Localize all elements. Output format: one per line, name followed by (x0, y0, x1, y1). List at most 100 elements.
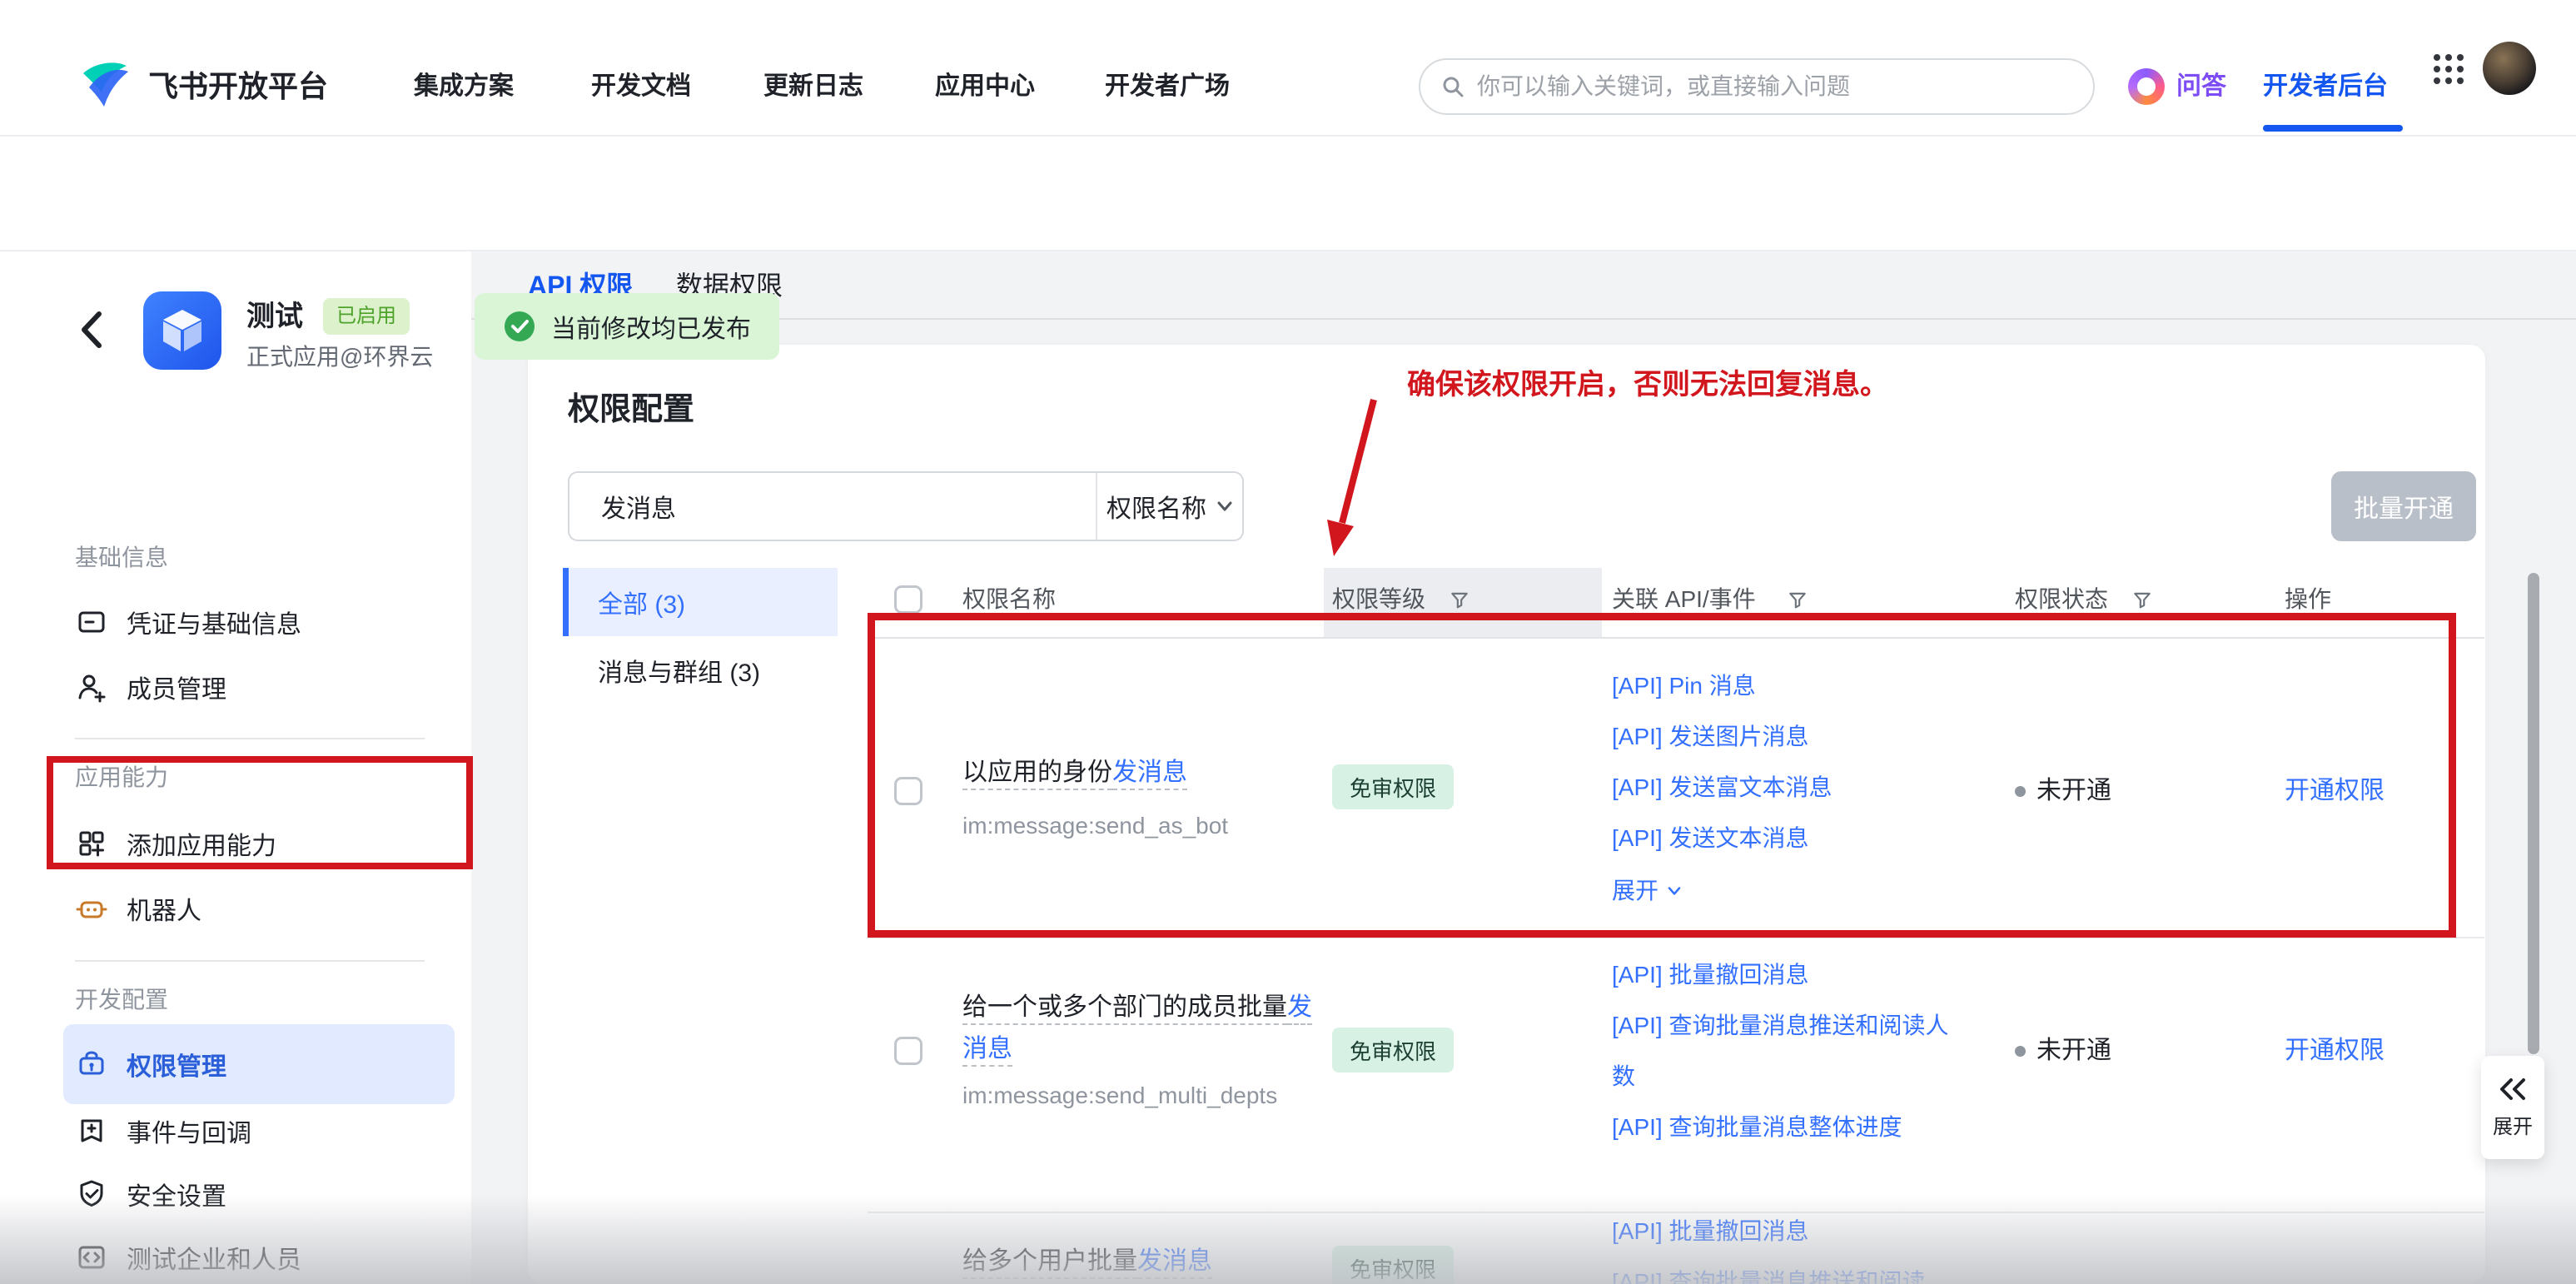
sidebar-divider (75, 960, 425, 962)
category-label: 消息与群组 (3) (563, 652, 760, 689)
sidebar-item-add-capability[interactable]: 添加应用能力 (75, 820, 276, 867)
name-match-text[interactable]: 发消息 (1137, 1247, 1212, 1275)
app-status-badge: 已启用 (323, 298, 410, 335)
bookmark-plus-icon (75, 1114, 108, 1147)
global-search[interactable] (1419, 58, 2095, 115)
col-header-status: 权限状态 (2015, 585, 2108, 615)
sidebar-group-basic: 基础信息 (75, 541, 168, 575)
api-link[interactable]: [API] 发送富文本消息 (1612, 762, 1953, 813)
tabs-divider (471, 318, 2576, 320)
name-text: 给多个用户批量 (962, 1247, 1137, 1275)
status-dot (2015, 786, 2026, 797)
category-all[interactable]: 全部 (3) (563, 568, 838, 636)
robot-icon (75, 892, 108, 925)
publish-status-banner: 当前修改均已发布 (475, 293, 779, 360)
chevron-down-icon (1667, 886, 1682, 896)
filter-icon-api[interactable] (1787, 590, 1808, 611)
sidebar-item-test-company[interactable]: 测试企业和人员 (75, 1234, 301, 1281)
api-link[interactable]: [API] 发送图片消息 (1612, 711, 1953, 762)
nav-item-marketplace[interactable]: 开发者广场 (1105, 68, 1230, 105)
category-label: 全部 (3) (563, 584, 685, 620)
bulk-enable-button[interactable]: 批量开通 (2331, 471, 2476, 541)
row-divider (868, 937, 2484, 938)
sidebar-item-security[interactable]: 安全设置 (75, 1171, 226, 1217)
sidebar-item-label: 成员管理 (127, 669, 226, 705)
permission-name: 给一个或多个部门的成员批量发消息 (962, 987, 1324, 1070)
vertical-scrollbar[interactable] (2528, 573, 2539, 1054)
feishu-logo-icon (78, 57, 133, 112)
sidebar-item-label: 安全设置 (127, 1176, 226, 1212)
nav-item-changelog[interactable]: 更新日志 (763, 68, 863, 105)
sidebar-item-label: 机器人 (127, 890, 201, 927)
user-avatar[interactable] (2483, 42, 2536, 95)
row-checkbox[interactable] (894, 1037, 922, 1065)
status-dot (2015, 1046, 2026, 1057)
app-header: 测试 已启用 正式应用@环界云 当前修改均已发布 (0, 137, 2576, 251)
enable-permission-link[interactable]: 开通权限 (2285, 774, 2385, 809)
nav-item-integration[interactable]: 集成方案 (414, 68, 514, 105)
search-filter-dropdown[interactable]: 权限名称 (1096, 473, 1242, 540)
top-navigation: 飞书开放平台 集成方案 开发文档 更新日志 应用中心 开发者广场 问答 开发者后… (0, 0, 2576, 137)
publish-status-text: 当前修改均已发布 (551, 308, 751, 345)
api-link[interactable]: [API] Pin 消息 (1612, 660, 1953, 711)
expand-apis-link[interactable]: 展开 (1612, 868, 1682, 914)
col-header-name: 权限名称 (962, 585, 1056, 615)
filter-icon-status[interactable] (2131, 590, 2153, 611)
row-checkbox[interactable] (894, 777, 922, 805)
feishu-logo[interactable]: 飞书开放平台 (78, 57, 328, 112)
select-all-checkbox[interactable] (894, 585, 922, 614)
shield-check-icon (75, 1177, 108, 1211)
permission-search-input[interactable] (569, 492, 1096, 520)
logo-text: 飞书开放平台 (148, 62, 328, 106)
global-search-input[interactable] (1477, 73, 2073, 100)
api-link[interactable]: [API] 批量撤回消息 (1612, 1206, 1953, 1257)
sidebar: 基础信息 凭证与基础信息 成员管理 应用能力 (0, 251, 471, 1284)
level-tag: 免审权限 (1332, 1028, 1454, 1072)
col-header-level: 权限等级 (1332, 585, 1425, 615)
sidebar-group-capability: 应用能力 (75, 761, 168, 794)
api-list: [API] 批量撤回消息 [API] 查询批量消息推送和阅读人数 [API] 查… (1612, 949, 1953, 1152)
nav-item-developer-console[interactable]: 开发者后台 (2263, 68, 2388, 105)
sidebar-item-credentials[interactable]: 凭证与基础信息 (75, 599, 301, 645)
sidebar-item-events[interactable]: 事件与回调 (75, 1107, 251, 1154)
filter-icon-level[interactable] (1449, 590, 1470, 611)
status-text: 未开通 (2036, 774, 2111, 809)
api-link[interactable]: [API] 批量撤回消息 (1612, 949, 1953, 1000)
id-card-icon (75, 605, 108, 639)
sidebar-divider (75, 738, 425, 739)
sidebar-item-label: 测试企业和人员 (127, 1239, 301, 1276)
app-icon (143, 291, 221, 370)
nav-item-docs[interactable]: 开发文档 (591, 68, 691, 105)
chevron-down-icon (1216, 500, 1233, 512)
api-link[interactable]: [API] 查询批量消息推送和阅读 (1612, 1257, 1953, 1284)
code-box-icon (75, 1241, 108, 1274)
sidebar-item-bot[interactable]: 机器人 (75, 885, 201, 932)
sidebar-item-permissions[interactable]: 权限管理 (75, 1041, 226, 1087)
enable-permission-link[interactable]: 开通权限 (2285, 1033, 2385, 1068)
permission-code: im:message:send_multi_depts (962, 1079, 1277, 1112)
name-match-text[interactable]: 发消息 (1112, 759, 1187, 786)
api-link[interactable]: [API] 发送文本消息 (1612, 813, 1953, 863)
apps-grid-icon[interactable] (2431, 52, 2466, 87)
nav-item-appcenter[interactable]: 应用中心 (935, 68, 1035, 105)
name-text: 给一个或多个部门的成员批量 (962, 993, 1287, 1021)
col-header-api: 关联 API/事件 (1612, 585, 1756, 615)
permission-name: 给多个用户批量发消息 (962, 1241, 1329, 1282)
active-nav-underline (2263, 125, 2403, 132)
sidebar-item-members[interactable]: 成员管理 (75, 664, 226, 710)
header-divider (868, 637, 2484, 639)
sidebar-item-label: 权限管理 (127, 1046, 226, 1082)
category-message-group[interactable]: 消息与群组 (3) (563, 636, 838, 704)
double-chevron-left-icon (2497, 1077, 2529, 1102)
level-tag: 免审权限 (1332, 1246, 1454, 1284)
expand-panel-button[interactable]: 展开 (2481, 1056, 2544, 1159)
sidebar-item-label: 事件与回调 (127, 1112, 251, 1149)
qa-entry[interactable]: 问答 (2128, 68, 2226, 105)
expand-panel-label: 展开 (2493, 1110, 2533, 1139)
status-text: 未开通 (2036, 1033, 2111, 1068)
api-link[interactable]: [API] 查询批量消息整体进度 (1612, 1102, 1953, 1152)
panel-title: 权限配置 (568, 388, 694, 431)
api-link[interactable]: [API] 查询批量消息推送和阅读人数 (1612, 1000, 1953, 1102)
back-icon[interactable] (78, 308, 105, 351)
person-plus-icon (75, 670, 108, 704)
